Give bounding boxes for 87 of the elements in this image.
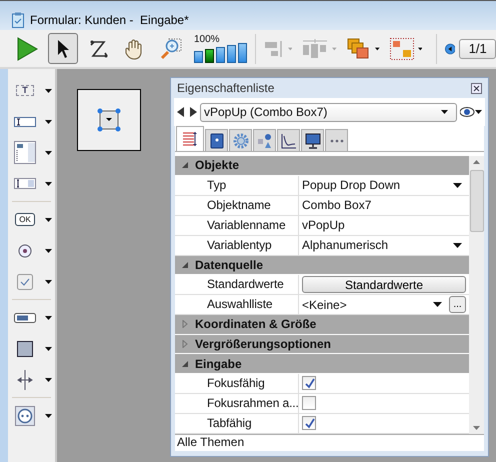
more-button[interactable]: ... xyxy=(449,296,466,314)
previous-next-arrows-icon[interactable] xyxy=(177,107,197,117)
scroll-up-icon[interactable] xyxy=(473,160,480,164)
caret-icon xyxy=(433,302,442,308)
scrollbar-thumb[interactable] xyxy=(470,170,484,232)
caret-icon xyxy=(453,242,462,248)
section-header[interactable]: Datenquelle xyxy=(175,256,469,276)
caret-icon[interactable] xyxy=(45,280,52,284)
caret-icon[interactable] xyxy=(45,182,52,186)
scrollbar[interactable] xyxy=(469,156,484,434)
z-arrows-icon xyxy=(89,38,109,58)
caret-icon xyxy=(441,110,448,114)
expanded-triangle-icon xyxy=(181,260,189,269)
caret-icon[interactable] xyxy=(45,346,52,350)
property-value: Combo Box7 xyxy=(302,198,372,212)
page-field[interactable]: 1/1 xyxy=(459,38,496,58)
collapsed-triangle-icon xyxy=(181,340,189,348)
property-name: Fokusrahmen a... xyxy=(175,394,299,413)
eye-icon[interactable] xyxy=(460,107,482,117)
previous-page-icon[interactable] xyxy=(444,40,456,56)
object-dropdown[interactable]: vPopUp (Combo Box7) xyxy=(200,102,457,122)
property-name: Typ xyxy=(175,176,299,195)
property-name: Tabfähig xyxy=(175,414,299,433)
checkbox[interactable] xyxy=(302,396,316,410)
shapes-icon[interactable] xyxy=(253,129,276,151)
expanded-triangle-icon xyxy=(181,360,189,368)
collapsed-triangle-icon xyxy=(181,320,189,328)
caret-icon[interactable] xyxy=(45,88,52,92)
property-dropdown[interactable]: Alphanumerisch xyxy=(302,238,466,252)
section-header[interactable]: Objekte xyxy=(175,156,469,176)
section-header[interactable]: Koordinaten & Größe xyxy=(175,315,469,335)
caret-icon[interactable] xyxy=(45,218,52,222)
pointer-button[interactable] xyxy=(48,33,78,64)
caret-icon[interactable] xyxy=(45,316,52,320)
property-name: Fokusfähig xyxy=(175,374,299,393)
panel-title: Eigenschaftenliste xyxy=(177,81,274,95)
zoom-level-bar[interactable] xyxy=(238,43,247,63)
list-icon[interactable] xyxy=(176,126,204,151)
close-icon[interactable] xyxy=(471,82,482,94)
combo-box-icon[interactable] xyxy=(13,178,37,189)
caret-icon[interactable] xyxy=(45,150,52,154)
checkbox[interactable] xyxy=(302,416,316,430)
plugin-icon[interactable] xyxy=(13,406,37,426)
scroll-down-icon[interactable] xyxy=(473,426,480,430)
property-name: Standardwerte xyxy=(175,275,299,294)
book-icon[interactable] xyxy=(205,129,228,151)
zoom-percent: 100% xyxy=(194,34,220,45)
property-name: Auswahlliste xyxy=(175,295,299,314)
caret-icon[interactable] xyxy=(374,46,380,50)
form-icon xyxy=(12,12,24,28)
section-header[interactable]: Vergrößerungsoptionen xyxy=(175,334,469,354)
caret-icon[interactable] xyxy=(45,120,52,124)
caret-icon[interactable] xyxy=(45,248,52,252)
button-tool-icon[interactable]: OK xyxy=(13,213,37,226)
property-name: Variablenname xyxy=(175,216,299,235)
caret-icon[interactable] xyxy=(45,378,52,382)
footer-text: Alle Themen xyxy=(177,435,244,449)
caret-icon[interactable] xyxy=(418,46,422,50)
input-field-icon[interactable] xyxy=(13,116,37,126)
section-header[interactable]: Eingabe xyxy=(175,354,469,374)
monitor-icon[interactable] xyxy=(301,129,324,151)
more-icon[interactable] xyxy=(325,129,348,151)
squares-icon[interactable] xyxy=(390,38,414,60)
checkbox[interactable] xyxy=(302,376,316,390)
property-name: Objektname xyxy=(175,196,299,215)
property-dropdown[interactable]: <Keine> xyxy=(302,298,446,312)
selected-combo-box-drawing[interactable] xyxy=(97,108,121,132)
chart-icon[interactable] xyxy=(277,129,300,151)
property-name: Variablentyp xyxy=(175,236,299,255)
list-box-icon[interactable] xyxy=(13,141,37,164)
zoom-level-bar[interactable] xyxy=(194,51,203,63)
property-dropdown[interactable]: Popup Drop Down xyxy=(302,178,466,192)
play-icon xyxy=(16,36,38,60)
arrow-cursor-icon xyxy=(57,38,69,58)
magnifier-icon xyxy=(160,38,182,60)
zoom-level-bar[interactable] xyxy=(205,49,214,63)
zoom-level-bar[interactable] xyxy=(216,47,225,63)
meter-icon[interactable] xyxy=(13,312,37,322)
expanded-triangle-icon xyxy=(181,161,189,170)
layers-icon[interactable] xyxy=(346,38,371,60)
caret-icon xyxy=(453,182,462,188)
defaults-button[interactable]: Standardwerte xyxy=(302,276,466,294)
form-preview[interactable] xyxy=(77,89,141,151)
window-title: Formular: Kunden - Eingabe* xyxy=(30,12,189,26)
caret-icon[interactable] xyxy=(45,414,52,418)
zoom-level-bar[interactable] xyxy=(227,45,236,63)
property-value: vPopUp xyxy=(302,218,345,232)
